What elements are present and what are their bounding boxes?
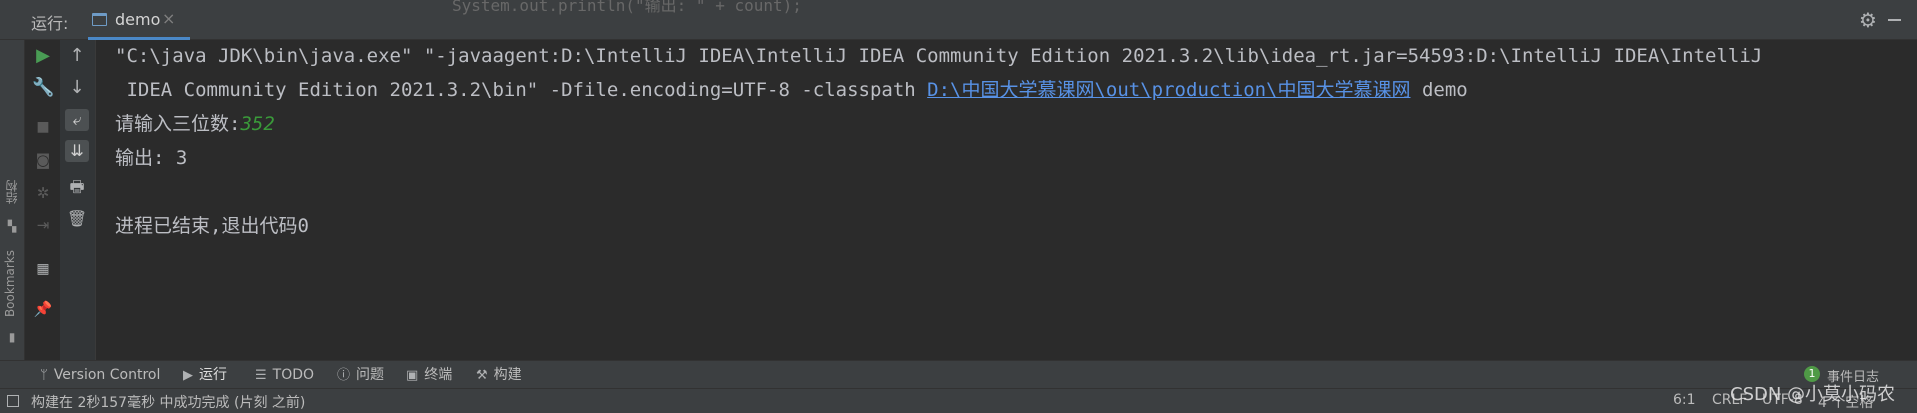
tab-version-control-label: Version Control — [53, 367, 161, 383]
console-actions-gutter: ↑ ↓ ⤶ ⇊ 🖶 🗑 — [60, 40, 96, 360]
wrench-icon[interactable]: 🔧 — [32, 77, 54, 99]
tab-build[interactable]: ⚒ 构建 — [476, 365, 522, 385]
status-message[interactable]: 构建在 2秒157毫秒 中成功完成 (片刻 之前) — [31, 392, 305, 412]
branch-icon: ᛘ — [40, 368, 48, 383]
run-label: 运行: — [31, 14, 69, 33]
status-bar: 构建在 2秒157毫秒 中成功完成 (片刻 之前) 6:1 CRLF UTF-8… — [0, 388, 1917, 413]
list-icon: ☰ — [255, 368, 267, 383]
console-command-line-cont: IDEA Community Edition 2021.3.2\bin" -Df… — [115, 78, 1468, 102]
soft-wrap-icon[interactable]: ⤶ — [65, 109, 89, 131]
tab-build-label: 构建 — [493, 367, 522, 383]
tab-label: demo — [115, 10, 161, 29]
hammer-icon: ⚒ — [476, 368, 488, 383]
toggle-panels-icon[interactable] — [7, 395, 19, 407]
structure-icon: ▚ — [7, 220, 17, 233]
tab-terminal-label: 终端 — [424, 367, 453, 383]
console-output[interactable]: "C:\java JDK\bin\java.exe" "-javaagent:D… — [115, 44, 1905, 237]
tab-run[interactable]: ▶ 运行 — [183, 365, 227, 385]
layout-icon[interactable]: ▦ — [32, 258, 54, 280]
user-input-value: 352 — [240, 113, 275, 135]
bookmark-icon: ▮ — [8, 330, 16, 344]
prompt-text: 请输入三位数: — [115, 113, 241, 135]
classpath-link[interactable]: D:\中国大学慕课网\out\production\中国大学慕课网 — [927, 79, 1410, 101]
console-output-line: 输出: 3 — [115, 147, 188, 169]
tab-demo[interactable]: demo × — [88, 0, 190, 40]
structure-tool-button[interactable]: 结构 — [3, 180, 20, 204]
background-editor-code: System.out.println("输出: " + count); — [452, 0, 802, 15]
play-icon: ▶ — [183, 368, 193, 383]
run-tool-window-header: System.out.println("输出: " + count); 运行: … — [0, 0, 1917, 40]
tab-todo-label: TODO — [272, 367, 315, 383]
classpath-prefix: IDEA Community Edition 2021.3.2\bin" -Df… — [115, 79, 928, 101]
tab-problems[interactable]: ⓘ 问题 — [337, 365, 384, 385]
run-actions-gutter: ▶ 🔧 ■ ◙ ✲ ⇥ ▦ 📌 — [26, 40, 60, 360]
pin-icon[interactable]: 📌 — [32, 298, 54, 320]
scroll-to-end-icon[interactable]: ⇊ — [65, 140, 89, 162]
rerun-icon[interactable]: ▶ — [32, 45, 54, 67]
tab-version-control[interactable]: ᛘ Version Control — [40, 365, 160, 385]
minimize-icon[interactable] — [1888, 19, 1901, 21]
stop-icon[interactable]: ■ — [32, 116, 54, 138]
caret-position[interactable]: 6:1 — [1673, 392, 1696, 408]
camera-icon[interactable]: ◙ — [32, 149, 54, 171]
exit-icon[interactable]: ⇥ — [32, 214, 54, 236]
console-command-line: "C:\java JDK\bin\java.exe" "-javaagent:D… — [115, 45, 1763, 67]
close-icon[interactable]: × — [162, 9, 175, 28]
debug-settings-icon[interactable]: ✲ — [32, 182, 54, 204]
trash-icon[interactable]: 🗑 — [66, 208, 88, 230]
arrow-down-icon[interactable]: ↓ — [66, 77, 88, 99]
arrow-up-icon[interactable]: ↑ — [66, 45, 88, 67]
terminal-icon: ▣ — [406, 368, 419, 383]
gear-icon[interactable]: ⚙ — [1859, 8, 1877, 32]
watermark: CSDN @小莫小码农 — [1730, 384, 1896, 405]
console-prompt-line: 请输入三位数:352 — [115, 112, 275, 136]
bookmarks-tool-button[interactable]: Bookmarks — [3, 250, 17, 317]
info-icon: ⓘ — [337, 368, 351, 383]
tab-problems-label: 问题 — [356, 367, 385, 383]
side-tool-strip: 结构 ▚ Bookmarks ▮ — [0, 40, 25, 360]
console-exit-line: 进程已结束,退出代码0 — [115, 215, 309, 237]
tool-window-bar: ᛘ Version Control ▶ 运行 ☰ TODO ⓘ 问题 ▣ 终端 ⚒ 构建 — [0, 360, 1917, 388]
classpath-suffix: demo — [1410, 79, 1468, 101]
print-icon[interactable]: 🖶 — [66, 176, 88, 198]
tab-terminal[interactable]: ▣ 终端 — [406, 365, 452, 385]
run-config-icon — [92, 13, 107, 26]
tab-todo[interactable]: ☰ TODO — [255, 365, 314, 385]
tab-run-label: 运行 — [199, 367, 227, 383]
